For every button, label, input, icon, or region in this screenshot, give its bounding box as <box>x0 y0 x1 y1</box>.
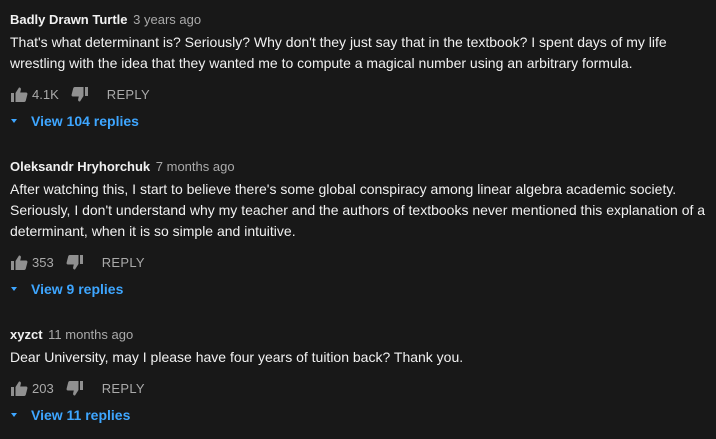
comment-header: Badly Drawn Turtle 3 years ago <box>10 10 710 30</box>
thumbs-down-icon[interactable] <box>66 379 84 397</box>
comment-text: Dear University, may I please have four … <box>10 349 464 365</box>
thumbs-up-icon[interactable] <box>10 379 28 397</box>
comment-actions: 203 REPLY <box>10 376 710 400</box>
comment-header: xyzct 11 months ago <box>10 325 710 345</box>
view-replies-button[interactable]: View 104 replies <box>10 110 710 132</box>
comments-section: Badly Drawn Turtle 3 years ago That's wh… <box>0 0 716 439</box>
reply-button[interactable]: REPLY <box>107 87 150 102</box>
comment-timestamp[interactable]: 11 months ago <box>48 327 133 342</box>
caret-down-icon <box>11 287 17 291</box>
view-replies-label: View 11 replies <box>31 407 131 423</box>
thumbs-down-icon[interactable] <box>66 253 84 271</box>
comment-thread: Badly Drawn Turtle 3 years ago That's wh… <box>10 10 710 132</box>
caret-down-icon <box>11 119 17 123</box>
thumbs-up-icon[interactable] <box>10 85 28 103</box>
view-replies-label: View 104 replies <box>31 113 139 129</box>
like-count: 353 <box>32 254 54 270</box>
like-count: 4.1K <box>32 86 59 102</box>
comment-text: After watching this, I start to believe … <box>10 181 706 239</box>
thumbs-down-icon[interactable] <box>71 85 89 103</box>
comment-author[interactable]: Oleksandr Hryhorchuk <box>10 159 150 174</box>
reply-button[interactable]: REPLY <box>102 255 145 270</box>
caret-down-icon <box>11 413 17 417</box>
comment-author[interactable]: Badly Drawn Turtle <box>10 12 128 27</box>
comment-timestamp[interactable]: 3 years ago <box>133 12 201 27</box>
comment-author[interactable]: xyzct <box>10 327 43 342</box>
comment-text: That's what determinant is? Seriously? W… <box>10 34 667 71</box>
like-count: 203 <box>32 380 54 396</box>
view-replies-button[interactable]: View 9 replies <box>10 278 710 300</box>
comment-header: Oleksandr Hryhorchuk 7 months ago <box>10 157 710 177</box>
view-replies-button[interactable]: View 11 replies <box>10 404 710 426</box>
thumbs-up-icon[interactable] <box>10 253 28 271</box>
comment-actions: 353 REPLY <box>10 250 710 274</box>
comment-thread: xyzct 11 months ago Dear University, may… <box>10 325 710 426</box>
comment-actions: 4.1K REPLY <box>10 82 710 106</box>
view-replies-label: View 9 replies <box>31 281 124 297</box>
reply-button[interactable]: REPLY <box>102 381 145 396</box>
comment-thread: Oleksandr Hryhorchuk 7 months ago After … <box>10 157 710 300</box>
comment-timestamp[interactable]: 7 months ago <box>156 159 235 174</box>
